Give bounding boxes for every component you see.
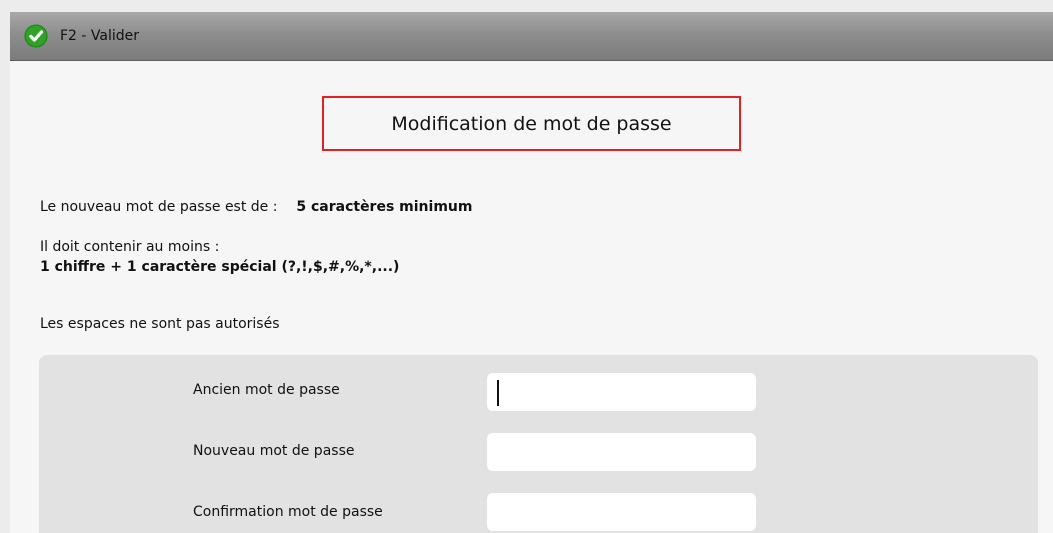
text-cursor [497,380,499,406]
confirm-password-label: Confirmation mot de passe [193,504,383,520]
password-spaces-rule: Les espaces ne sont pas autorisés [40,316,280,332]
old-password-input[interactable] [487,373,756,411]
validate-button[interactable]: F2 - Valider [24,22,139,50]
password-length-label: Le nouveau mot de passe est de : [40,199,278,215]
new-password-input[interactable] [487,433,756,471]
toolbar: F2 - Valider [10,12,1053,61]
password-length-value: 5 caractères minimum [296,199,473,215]
password-length-rule: Le nouveau mot de passe est de : 5 carac… [40,199,472,215]
old-password-label: Ancien mot de passe [193,382,340,398]
page-title: Modification de mot de passe [322,96,741,151]
password-content-rule-value: 1 chiffre + 1 caractère spécial (?,!,$,#… [40,259,400,275]
password-content-rule-label: Il doit contenir au moins : [40,239,220,255]
new-password-label: Nouveau mot de passe [193,443,355,459]
check-circle-icon [24,24,48,48]
confirm-password-input[interactable] [487,493,756,531]
validate-button-label: F2 - Valider [60,28,140,44]
